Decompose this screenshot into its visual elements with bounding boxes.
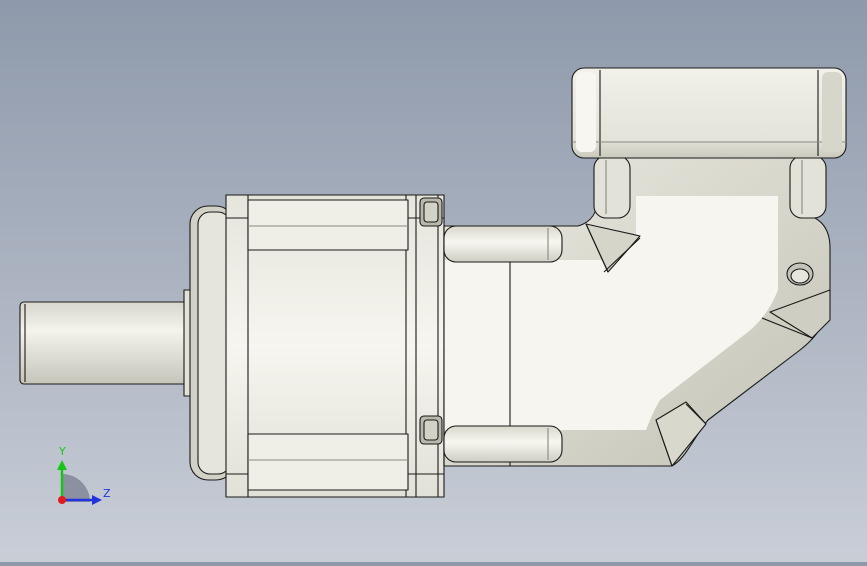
view-triad: Y Z <box>57 445 111 505</box>
z-axis-label: Z <box>103 487 111 500</box>
z-arrowhead-icon <box>92 495 102 505</box>
y-arrowhead-icon <box>57 460 67 470</box>
y-axis-label: Y <box>58 445 66 458</box>
angle-housing[interactable] <box>443 155 831 467</box>
cad-viewport[interactable]: Y Z <box>0 0 867 562</box>
output-shaft[interactable] <box>19 289 197 397</box>
triad-plane-icon <box>62 474 90 502</box>
gearbox-model[interactable] <box>19 67 847 498</box>
model-canvas[interactable]: Y Z <box>0 0 867 562</box>
input-flange[interactable] <box>571 67 847 159</box>
gear-housing[interactable] <box>225 194 445 498</box>
x-axis-dot-icon <box>58 496 66 504</box>
